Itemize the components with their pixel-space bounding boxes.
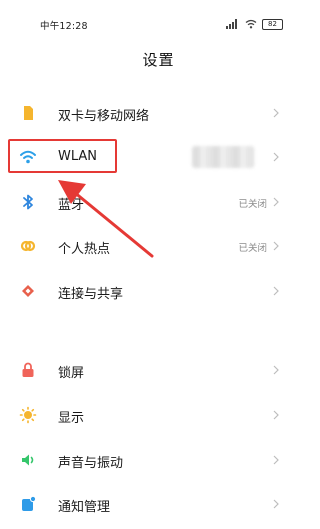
status-icons: 82 [226, 17, 283, 31]
hotspot-icon [20, 240, 36, 252]
status-time: 中午12:28 [40, 21, 88, 32]
settings-item-value: 已关闭 [238, 243, 267, 254]
lock-icon [22, 362, 34, 377]
connection-share-icon [22, 285, 34, 297]
battery-icon: 82 [262, 18, 283, 30]
chevron-right-icon [273, 286, 279, 296]
chevron-right-icon [273, 108, 279, 118]
settings-item-notifications[interactable]: 通知管理 [0, 484, 317, 524]
settings-item-label: 蓝牙 [58, 198, 85, 213]
display-icon [19, 406, 37, 424]
settings-item-label: 通知管理 [58, 500, 111, 515]
notification-icon [22, 495, 37, 511]
settings-item-label: 显示 [58, 411, 85, 426]
settings-item-bluetooth[interactable]: 蓝牙 已关闭 [0, 182, 317, 222]
blurred-network-name [192, 146, 254, 168]
settings-item-label: 个人热点 [58, 242, 111, 257]
bluetooth-icon [23, 194, 33, 210]
chevron-right-icon [273, 152, 279, 162]
settings-item-dual-sim[interactable]: 双卡与移动网络 [0, 93, 317, 133]
status-bar: 中午12:28 82 [0, 0, 317, 38]
chevron-right-icon [273, 455, 279, 465]
settings-item-connection-share[interactable]: 连接与共享 [0, 271, 317, 311]
chevron-right-icon [273, 241, 279, 251]
settings-item-hotspot[interactable]: 个人热点 已关闭 [0, 226, 317, 266]
chevron-right-icon [273, 365, 279, 375]
settings-item-lock-screen[interactable]: 锁屏 [0, 350, 317, 390]
section-divider [0, 318, 317, 344]
cellular-signal-icon [226, 19, 237, 29]
page-title: 设置 [142, 51, 175, 69]
settings-item-label: 双卡与移动网络 [58, 109, 150, 124]
settings-item-sound-vibration[interactable]: 声音与振动 [0, 440, 317, 480]
settings-item-label: 锁屏 [58, 366, 85, 381]
sim-card-icon [24, 106, 33, 120]
sound-icon [22, 454, 34, 466]
chevron-right-icon [273, 197, 279, 207]
wifi-status-icon [245, 19, 257, 29]
settings-item-value: 已关闭 [238, 199, 267, 210]
settings-item-display[interactable]: 显示 [0, 395, 317, 435]
chevron-right-icon [273, 410, 279, 420]
wlan-highlight-box [8, 139, 117, 173]
settings-item-label: 连接与共享 [58, 287, 124, 302]
chevron-right-icon [273, 499, 279, 509]
settings-item-label: 声音与振动 [58, 456, 124, 471]
